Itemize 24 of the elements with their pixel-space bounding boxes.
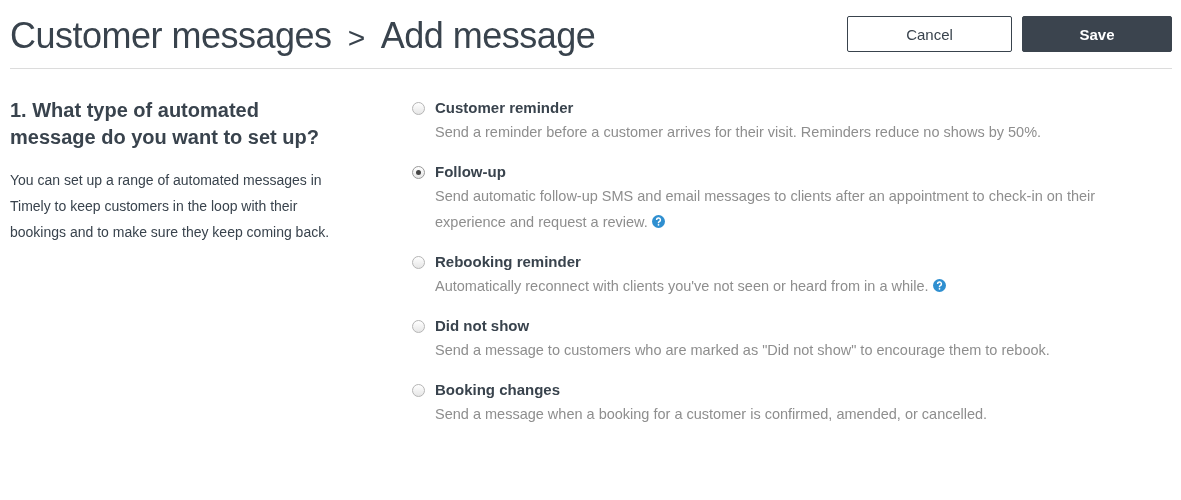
radio-button[interactable] [412,166,425,179]
option-label[interactable]: Booking changes [435,381,988,399]
radio-button[interactable] [412,102,425,115]
radio-button[interactable] [412,384,425,397]
option-description: Send a message when a booking for a customer is confirmed, amended, or cancelled. [435,405,988,424]
option-description: Send a message to customers who are marked as "Did not show" to encourage them to rebook. [435,341,1050,360]
breadcrumb-link[interactable]: Customer messages [10,15,332,57]
option-description: Send a reminder before a customer arrives for their visit. Reminders reduce no shows by 50%. [435,123,1042,142]
section-description: You can set up a range of automated messages in Timely to keep customers in the loop with their bookings and to make sure they keep coming back. [10,171,331,242]
option-label[interactable]: Did not show [435,317,1050,335]
radio-button[interactable] [412,320,425,333]
help-icon[interactable] [932,279,946,292]
option-label[interactable]: Follow-up [435,163,1125,181]
page-title: Add message [380,15,596,57]
option-description: Automatically reconnect with clients you've not seen or heard from in a while. [435,273,946,299]
section-heading: 1. What type of automated message do you want to set up? [10,98,320,150]
breadcrumb-separator: > [347,21,365,55]
help-icon[interactable] [651,215,665,228]
radio-button[interactable] [412,256,425,269]
cancel-button[interactable]: Cancel [847,16,1012,52]
option-description: Send automatic follow-up SMS and email messages to clients after an appointment to check-in on their experience and request a review. [435,187,1097,232]
save-button[interactable]: Save [1022,16,1172,52]
option-label[interactable]: Rebooking reminder [435,253,946,271]
option-label[interactable]: Customer reminder [435,99,1042,117]
